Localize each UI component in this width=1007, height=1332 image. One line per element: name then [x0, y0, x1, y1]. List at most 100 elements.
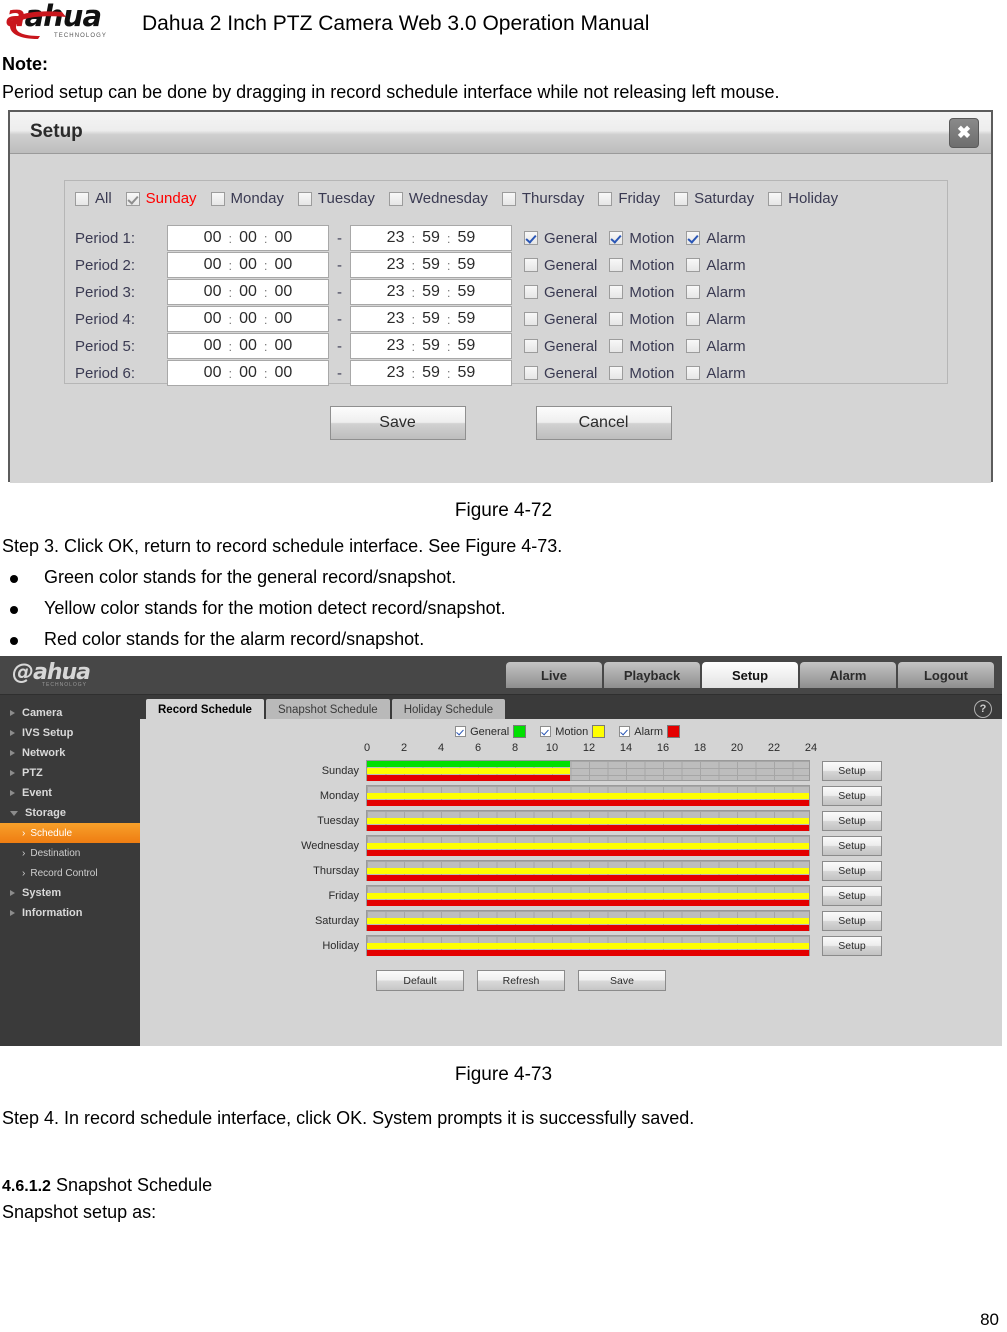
close-icon[interactable]: ✖	[949, 118, 979, 148]
period-6-end-time[interactable]: 23: 59: 59	[350, 360, 512, 386]
setup-button-sunday[interactable]: Setup	[822, 760, 882, 781]
setup-button-saturday[interactable]: Setup	[822, 910, 882, 931]
checkbox-all-icon[interactable]	[75, 191, 89, 206]
day-checkbox-friday[interactable]: Friday	[598, 190, 670, 207]
period-4-end-time[interactable]: 23: 59: 59	[350, 306, 512, 332]
day-checkbox-monday[interactable]: Monday	[210, 190, 294, 207]
sidebar-item-information[interactable]: Information	[0, 903, 140, 923]
help-icon[interactable]: ?	[974, 700, 992, 718]
general-checkbox-icon[interactable]	[524, 258, 538, 272]
period-1-alarm-checkbox[interactable]: Alarm	[686, 230, 746, 247]
day-checkbox-holiday[interactable]: Holiday	[768, 190, 848, 207]
general-checkbox-icon[interactable]	[524, 231, 538, 245]
period-2-alarm-checkbox[interactable]: Alarm	[686, 257, 746, 274]
period-6-general-checkbox[interactable]: General	[524, 365, 597, 382]
legend-general-checkbox-icon[interactable]	[455, 726, 467, 737]
schedule-timeline-sunday[interactable]	[366, 760, 810, 781]
alarm-checkbox-icon[interactable]	[686, 285, 701, 299]
legend-alarm-checkbox-icon[interactable]	[619, 726, 631, 737]
schedule-timeline-wednesday[interactable]	[366, 835, 810, 856]
sidebar-subitem-record-control[interactable]: › Record Control	[0, 863, 140, 883]
sidebar-item-system[interactable]: System	[0, 883, 140, 903]
alarm-checkbox-icon[interactable]	[686, 231, 701, 245]
period-3-end-time[interactable]: 23: 59: 59	[350, 279, 512, 305]
period-5-alarm-checkbox[interactable]: Alarm	[686, 338, 746, 355]
refresh-button[interactable]: Refresh	[477, 970, 565, 991]
sidebar-item-storage[interactable]: Storage	[0, 803, 140, 823]
setup-button-wednesday[interactable]: Setup	[822, 835, 882, 856]
period-4-alarm-checkbox[interactable]: Alarm	[686, 311, 746, 328]
schedule-timeline-holiday[interactable]	[366, 935, 810, 956]
schedule-timeline-saturday[interactable]	[366, 910, 810, 931]
day-checkbox-tuesday[interactable]: Tuesday	[297, 190, 385, 207]
sidebar-item-ptz[interactable]: PTZ	[0, 763, 140, 783]
checkbox-friday-icon[interactable]	[598, 191, 613, 206]
period-2-start-time[interactable]: 00: 00: 00	[167, 252, 329, 278]
nav-tab-alarm[interactable]: Alarm	[800, 662, 896, 688]
period-1-start-time[interactable]: 00: 00: 00	[167, 225, 329, 251]
alarm-checkbox-icon[interactable]	[686, 312, 701, 326]
period-1-motion-checkbox[interactable]: Motion	[609, 230, 674, 247]
tab-record-schedule[interactable]: Record Schedule	[146, 699, 264, 720]
legend-general[interactable]: General	[455, 725, 527, 738]
setup-button-tuesday[interactable]: Setup	[822, 810, 882, 831]
schedule-timeline-friday[interactable]	[366, 885, 810, 906]
motion-checkbox-icon[interactable]	[609, 258, 624, 272]
nav-tab-playback[interactable]: Playback	[604, 662, 700, 688]
motion-checkbox-icon[interactable]	[609, 285, 624, 299]
period-4-general-checkbox[interactable]: General	[524, 311, 597, 328]
day-checkbox-wednesday[interactable]: Wednesday	[388, 190, 498, 207]
checkbox-thursday-icon[interactable]	[501, 191, 516, 206]
checkbox-saturday-icon[interactable]	[674, 191, 689, 206]
motion-checkbox-icon[interactable]	[609, 339, 624, 353]
checkbox-holiday-icon[interactable]	[768, 191, 783, 206]
checkbox-wednesday-icon[interactable]	[388, 191, 403, 206]
legend-motion[interactable]: Motion	[540, 725, 606, 738]
period-1-general-checkbox[interactable]: General	[524, 230, 597, 247]
general-checkbox-icon[interactable]	[524, 285, 538, 299]
alarm-checkbox-icon[interactable]	[686, 366, 701, 380]
period-6-motion-checkbox[interactable]: Motion	[609, 365, 674, 382]
tab-snapshot-schedule[interactable]: Snapshot Schedule	[265, 699, 390, 720]
period-3-general-checkbox[interactable]: General	[524, 284, 597, 301]
schedule-timeline-monday[interactable]	[366, 785, 810, 806]
motion-checkbox-icon[interactable]	[609, 231, 624, 245]
save-button[interactable]: Save	[578, 970, 666, 991]
sidebar-item-ivs-setup[interactable]: IVS Setup	[0, 723, 140, 743]
period-5-motion-checkbox[interactable]: Motion	[609, 338, 674, 355]
setup-button-monday[interactable]: Setup	[822, 785, 882, 806]
motion-checkbox-icon[interactable]	[609, 312, 624, 326]
cancel-button[interactable]: Cancel	[535, 406, 672, 440]
general-checkbox-icon[interactable]	[524, 339, 538, 353]
day-checkbox-saturday[interactable]: Saturday	[674, 190, 764, 207]
period-3-motion-checkbox[interactable]: Motion	[609, 284, 674, 301]
legend-motion-checkbox-icon[interactable]	[540, 726, 552, 737]
schedule-timeline-thursday[interactable]	[366, 860, 810, 881]
sidebar-item-event[interactable]: Event	[0, 783, 140, 803]
period-5-end-time[interactable]: 23: 59: 59	[350, 333, 512, 359]
period-3-start-time[interactable]: 00: 00: 00	[167, 279, 329, 305]
period-4-start-time[interactable]: 00: 00: 00	[167, 306, 329, 332]
sidebar-subitem-destination[interactable]: › Destination	[0, 843, 140, 863]
checkbox-sunday-icon[interactable]	[125, 191, 140, 206]
setup-button-friday[interactable]: Setup	[822, 885, 882, 906]
general-checkbox-icon[interactable]	[524, 312, 538, 326]
period-5-start-time[interactable]: 00: 00: 00	[167, 333, 329, 359]
period-2-general-checkbox[interactable]: General	[524, 257, 597, 274]
general-checkbox-icon[interactable]	[524, 366, 538, 380]
schedule-timeline-tuesday[interactable]	[366, 810, 810, 831]
period-1-end-time[interactable]: 23: 59: 59	[350, 225, 512, 251]
default-button[interactable]: Default	[376, 970, 464, 991]
nav-tab-live[interactable]: Live	[506, 662, 602, 688]
sidebar-item-camera[interactable]: Camera	[0, 703, 140, 723]
alarm-checkbox-icon[interactable]	[686, 339, 701, 353]
period-6-alarm-checkbox[interactable]: Alarm	[686, 365, 746, 382]
sidebar-subitem-schedule[interactable]: › Schedule	[0, 823, 140, 843]
nav-tab-setup[interactable]: Setup	[702, 662, 798, 688]
legend-alarm[interactable]: Alarm	[619, 725, 680, 738]
period-4-motion-checkbox[interactable]: Motion	[609, 311, 674, 328]
day-checkbox-sunday[interactable]: Sunday	[125, 190, 207, 207]
nav-tab-logout[interactable]: Logout	[898, 662, 994, 688]
day-checkbox-thursday[interactable]: Thursday	[501, 190, 595, 207]
sidebar-item-network[interactable]: Network	[0, 743, 140, 763]
